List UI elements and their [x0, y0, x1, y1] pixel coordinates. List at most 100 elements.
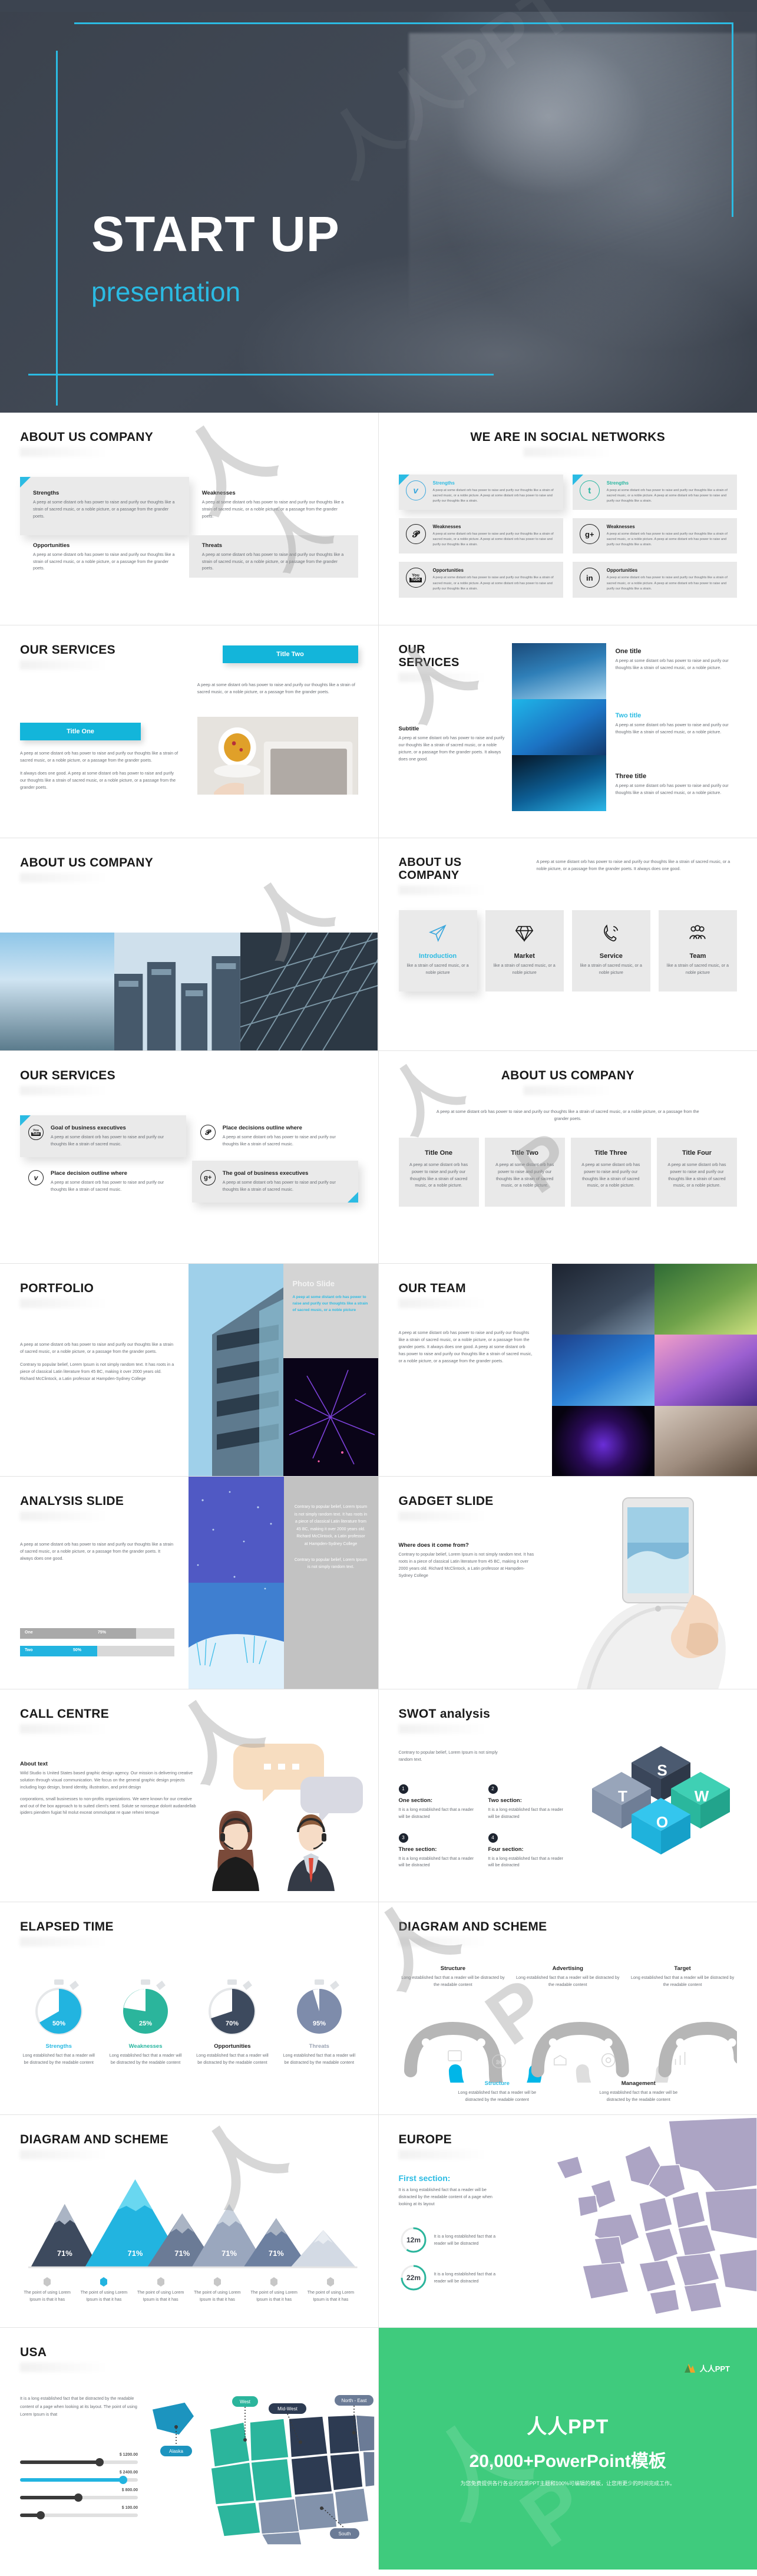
- social-item-vimeo[interactable]: v Strengths A peep at some distant orb h…: [398, 475, 563, 510]
- slide-about-us-icons[interactable]: ABOUT US COMPANY A peep at some distant …: [378, 838, 757, 1051]
- social-item-google-plus[interactable]: g+ Weaknesses A peep at some distant orb…: [572, 518, 737, 554]
- slide-europe[interactable]: EUROPE First section: It is a long estab…: [378, 2115, 757, 2328]
- slide-diagram-wave[interactable]: DIAGRAM AND SCHEME Structure Long establ…: [378, 1902, 757, 2115]
- slide-our-services-images[interactable]: OUR SERVICES Subtitle A peep at some dis…: [378, 625, 757, 838]
- hexagon-icon: [327, 2277, 335, 2287]
- timer-item-weaknesses[interactable]: 25% Weaknesses Long established fact tha…: [107, 1978, 184, 2066]
- legend-item-5[interactable]: The point of using Lorem Ipsum is that i…: [247, 2277, 301, 2303]
- slide-gadget[interactable]: GADGET SLIDE Where does it come from? Co…: [378, 1477, 757, 1689]
- wave-bottom-item-2[interactable]: Management Long established fact that a …: [594, 2080, 683, 2103]
- column-card-2[interactable]: Title Two A peep at some distant orb has…: [484, 1137, 565, 1207]
- slide-social-networks[interactable]: WE ARE IN SOCIAL NETWORKS v Strengths A …: [378, 413, 757, 625]
- wave-top-item-1[interactable]: Structure Long established fact that a r…: [399, 1965, 508, 1988]
- slide-call-centre[interactable]: CALL CENTRE About text Wild Studio is Un…: [0, 1689, 379, 1902]
- feature-card-team[interactable]: Team like a strain of sacred music, or a…: [658, 910, 737, 991]
- slide-our-team[interactable]: OUR TEAM A peep at some distant orb has …: [378, 1264, 757, 1477]
- google-plus-icon[interactable]: g+: [200, 1170, 216, 1185]
- wave-bottom-item-1[interactable]: Structure Long established fact that a r…: [453, 2080, 541, 2103]
- sky-photo: [0, 933, 115, 1050]
- corner-accent-icon: [20, 1115, 31, 1126]
- pill-title-two[interactable]: Title Two: [222, 645, 358, 663]
- europe-stat-2[interactable]: 22m It is a long established fact that a…: [399, 2263, 506, 2292]
- services-para-1: A peep at some distant orb has power to …: [20, 750, 178, 763]
- state-alaska: [151, 2402, 195, 2436]
- legend-item-6[interactable]: The point of using Lorem Ipsum is that i…: [303, 2277, 358, 2303]
- slide-usa[interactable]: USA It is a long established fact that b…: [0, 2328, 379, 2570]
- goal-card-2[interactable]: 𝓟 Place decisions outline where A peep a…: [192, 1115, 358, 1157]
- column-card-3[interactable]: Title Three A peep at some distant orb h…: [570, 1137, 651, 1207]
- slide-diagram-mountains[interactable]: DIAGRAM AND SCHEME 71% 71% 71% 71% 71% T…: [0, 2115, 379, 2328]
- slider-thumb[interactable]: [74, 2493, 82, 2502]
- swot-card-strengths[interactable]: Strengths A peep at some distant orb has…: [20, 477, 189, 535]
- slider-thumb[interactable]: [95, 2458, 104, 2467]
- pinterest-icon[interactable]: 𝓟: [200, 1125, 216, 1141]
- goal-card-4[interactable]: g+ The goal of business executives A pee…: [191, 1160, 358, 1203]
- usa-slider-1[interactable]: $ 1200.00: [20, 2453, 138, 2467]
- side-text-1: Contrary to popular belief, Lorem Ipsum …: [294, 1505, 368, 1546]
- usa-slider-3[interactable]: $ 800.00: [20, 2488, 138, 2502]
- slide-our-services-goals[interactable]: OUR SERVICES You Tube Goal of business ex…: [0, 1051, 379, 1264]
- timer-item-opportunities[interactable]: 70% Opportunities Long established fact …: [194, 1978, 271, 2066]
- youtube-icon[interactable]: You Tube: [405, 568, 426, 588]
- youtube-icon[interactable]: You Tube: [28, 1125, 44, 1141]
- feature-label: Team: [689, 953, 706, 960]
- wave-top-item-3[interactable]: Target Long established fact that a read…: [628, 1965, 737, 1988]
- linkedin-icon[interactable]: in: [579, 568, 600, 588]
- wave-top-item-2[interactable]: Advertising Long established fact that a…: [513, 1965, 622, 1988]
- slide-about-us-photo[interactable]: ABOUT US COMPANY 人: [0, 838, 379, 1051]
- vimeo-icon[interactable]: v: [28, 1170, 44, 1185]
- social-heading: Strengths: [606, 480, 629, 486]
- europe-map-art: [556, 2117, 757, 2315]
- europe-stat-1[interactable]: 12m It is a long established fact that a…: [399, 2225, 506, 2255]
- slide-our-services-titles[interactable]: OUR SERVICES Title Two Title One A peep …: [0, 625, 379, 838]
- slide-about-us-swot[interactable]: ABOUT US COMPANY Strengths A peep at som…: [0, 413, 379, 625]
- progress-bar-one[interactable]: One 75%: [20, 1628, 174, 1639]
- swot-card-opportunities[interactable]: Opportunities A peep at some distant orb…: [20, 535, 189, 578]
- swot-section-2[interactable]: 2 Two section: It is a long established …: [488, 1784, 565, 1820]
- swot-section-3[interactable]: 3 Three section: It is a long establishe…: [398, 1833, 475, 1869]
- brand-logo[interactable]: 人人PPT: [683, 2362, 730, 2374]
- pill-title-one[interactable]: Title One: [20, 723, 141, 741]
- feature-card-market[interactable]: Market like a strain of sacred music, or…: [485, 910, 564, 991]
- social-item-pinterest[interactable]: 𝓟 Weaknesses A peep at some distant orb …: [398, 518, 563, 554]
- timer-item-threats[interactable]: 95% Threats Long established fact that a…: [280, 1978, 358, 2066]
- swot-section-4[interactable]: 4 Four section: It is a long established…: [488, 1833, 565, 1869]
- swot-card-threats[interactable]: Threats A peep at some distant orb has p…: [189, 535, 358, 578]
- progress-bar-two[interactable]: Two 50%: [20, 1645, 174, 1656]
- column-card-1[interactable]: Title One A peep at some distant orb has…: [398, 1137, 479, 1207]
- social-item-linkedin[interactable]: in Opportunities A peep at some distant …: [572, 562, 737, 598]
- team-photo-pink: [654, 1335, 757, 1406]
- usa-intro: It is a long established fact that be di…: [20, 2396, 137, 2417]
- slide-portfolio[interactable]: PORTFOLIO A peep at some distant orb has…: [0, 1264, 379, 1477]
- slider-fill: [20, 2460, 100, 2465]
- goal-card-1[interactable]: You Tube Goal of business executives A pe…: [20, 1115, 186, 1157]
- legend-item-4[interactable]: The point of using Lorem Ipsum is that i…: [190, 2277, 244, 2303]
- usa-slider-4[interactable]: $ 100.00: [20, 2506, 138, 2520]
- slider-thumb[interactable]: [37, 2511, 45, 2520]
- space-art: [283, 1358, 378, 1476]
- title-glow: [20, 1299, 108, 1309]
- social-item-tumblr[interactable]: t Strengths A peep at some distant orb h…: [572, 475, 737, 510]
- slider-thumb[interactable]: [119, 2476, 127, 2485]
- pinterest-icon[interactable]: 𝓟: [405, 524, 426, 545]
- google-plus-icon[interactable]: g+: [579, 524, 600, 545]
- timer-item-strengths[interactable]: 50% Strengths Long established fact that…: [20, 1978, 97, 2066]
- photo-slide-overlay[interactable]: Photo Slide A peep at some distant orb h…: [283, 1264, 378, 1358]
- feature-card-service[interactable]: Service like a strain of sacred music, o…: [571, 910, 650, 991]
- slide-analysis[interactable]: ANALYSIS SLIDE A peep at some distant or…: [0, 1477, 379, 1689]
- usa-slider-2[interactable]: $ 2400.00: [20, 2470, 138, 2485]
- cover-accent-line-left: [56, 51, 58, 406]
- goal-card-3[interactable]: v Place decision outline where A peep at…: [20, 1161, 186, 1203]
- slide-elapsed-time[interactable]: ELAPSED TIME 50% Strengths Long establis…: [0, 1902, 379, 2115]
- slide-swot-analysis[interactable]: SWOT analysis Contrary to popular belief…: [378, 1689, 757, 1902]
- swot-section-1[interactable]: 1 One section: It is a long established …: [398, 1784, 475, 1820]
- slide-about-us-four[interactable]: ABOUT US COMPANY A peep at some distant …: [378, 1051, 757, 1264]
- column-card-4[interactable]: Title Four A peep at some distant orb ha…: [656, 1137, 737, 1207]
- social-item-youtube[interactable]: You Tube Opportunities A peep at some dis…: [398, 562, 563, 598]
- swot-card-weaknesses[interactable]: Weaknesses A peep at some distant orb ha…: [189, 477, 358, 535]
- feature-card-introduction[interactable]: Introduction like a strain of sacred mus…: [398, 910, 477, 991]
- legend-item-1[interactable]: The point of using Lorem Ipsum is that i…: [20, 2277, 74, 2303]
- legend-text: The point of using Lorem Ipsum is that i…: [307, 2290, 355, 2302]
- legend-item-3[interactable]: The point of using Lorem Ipsum is that i…: [134, 2277, 188, 2303]
- legend-item-2[interactable]: The point of using Lorem Ipsum is that i…: [77, 2277, 131, 2303]
